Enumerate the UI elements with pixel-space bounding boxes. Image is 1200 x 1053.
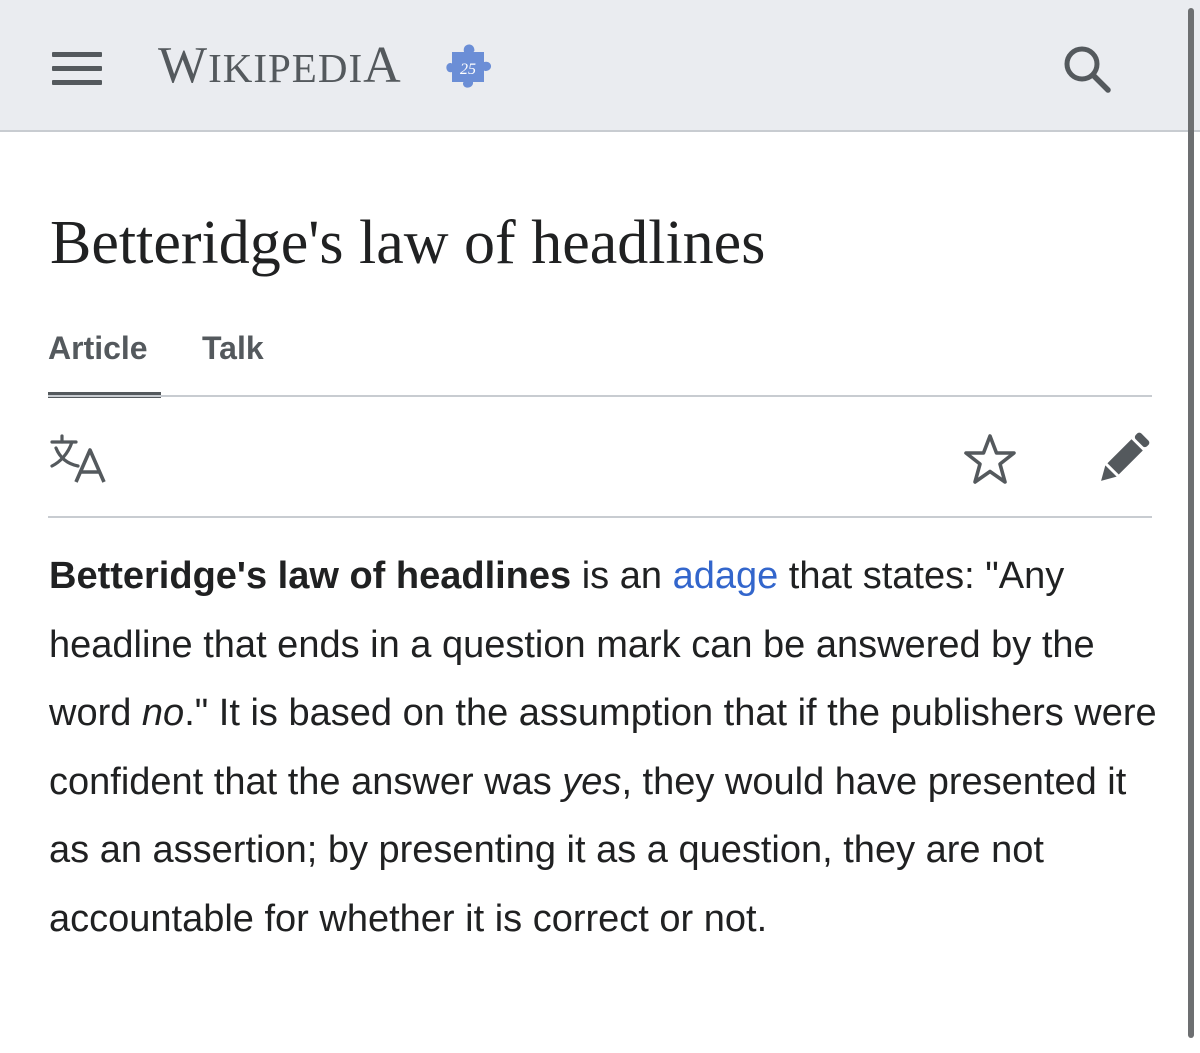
actions-divider xyxy=(48,516,1152,518)
language-button[interactable] xyxy=(48,434,108,486)
edit-button[interactable] xyxy=(1094,430,1152,488)
wordmark-text: WIKIPEDIA xyxy=(158,37,402,94)
tabs-divider xyxy=(48,395,1152,397)
watch-star-button[interactable] xyxy=(962,432,1018,488)
main-menu-button[interactable] xyxy=(52,48,104,88)
text-segment: is an xyxy=(571,555,673,597)
star-icon xyxy=(964,434,1016,484)
scrollbar[interactable] xyxy=(1188,8,1194,1038)
top-header: WIKIPEDIA 25 xyxy=(0,0,1200,132)
italic-yes: yes xyxy=(562,760,622,803)
language-icon xyxy=(50,434,106,483)
adage-link[interactable]: adage xyxy=(673,555,779,597)
page-title: Betteridge's law of headlines xyxy=(50,209,766,277)
hamburger-menu-icon xyxy=(52,52,102,57)
tab-article[interactable]: Article xyxy=(48,322,161,398)
tab-talk[interactable]: Talk xyxy=(202,322,264,398)
search-icon xyxy=(1064,46,1111,93)
hamburger-line xyxy=(52,66,102,71)
namespace-tabs: Article Talk xyxy=(48,322,1152,398)
anniversary-badge: 25 xyxy=(460,61,476,78)
page-actions-bar xyxy=(48,420,1152,500)
italic-no: no xyxy=(141,692,185,735)
article-lead-paragraph: Betteridge's law of headlines is an adag… xyxy=(49,542,1159,954)
anniversary-puzzle-icon: 25 xyxy=(446,44,492,88)
wikipedia-wordmark[interactable]: WIKIPEDIA xyxy=(158,36,402,96)
bold-term: Betteridge's law of headlines xyxy=(49,555,572,597)
pencil-icon xyxy=(1101,432,1150,481)
hamburger-line xyxy=(52,80,102,85)
search-button[interactable] xyxy=(1060,42,1114,96)
